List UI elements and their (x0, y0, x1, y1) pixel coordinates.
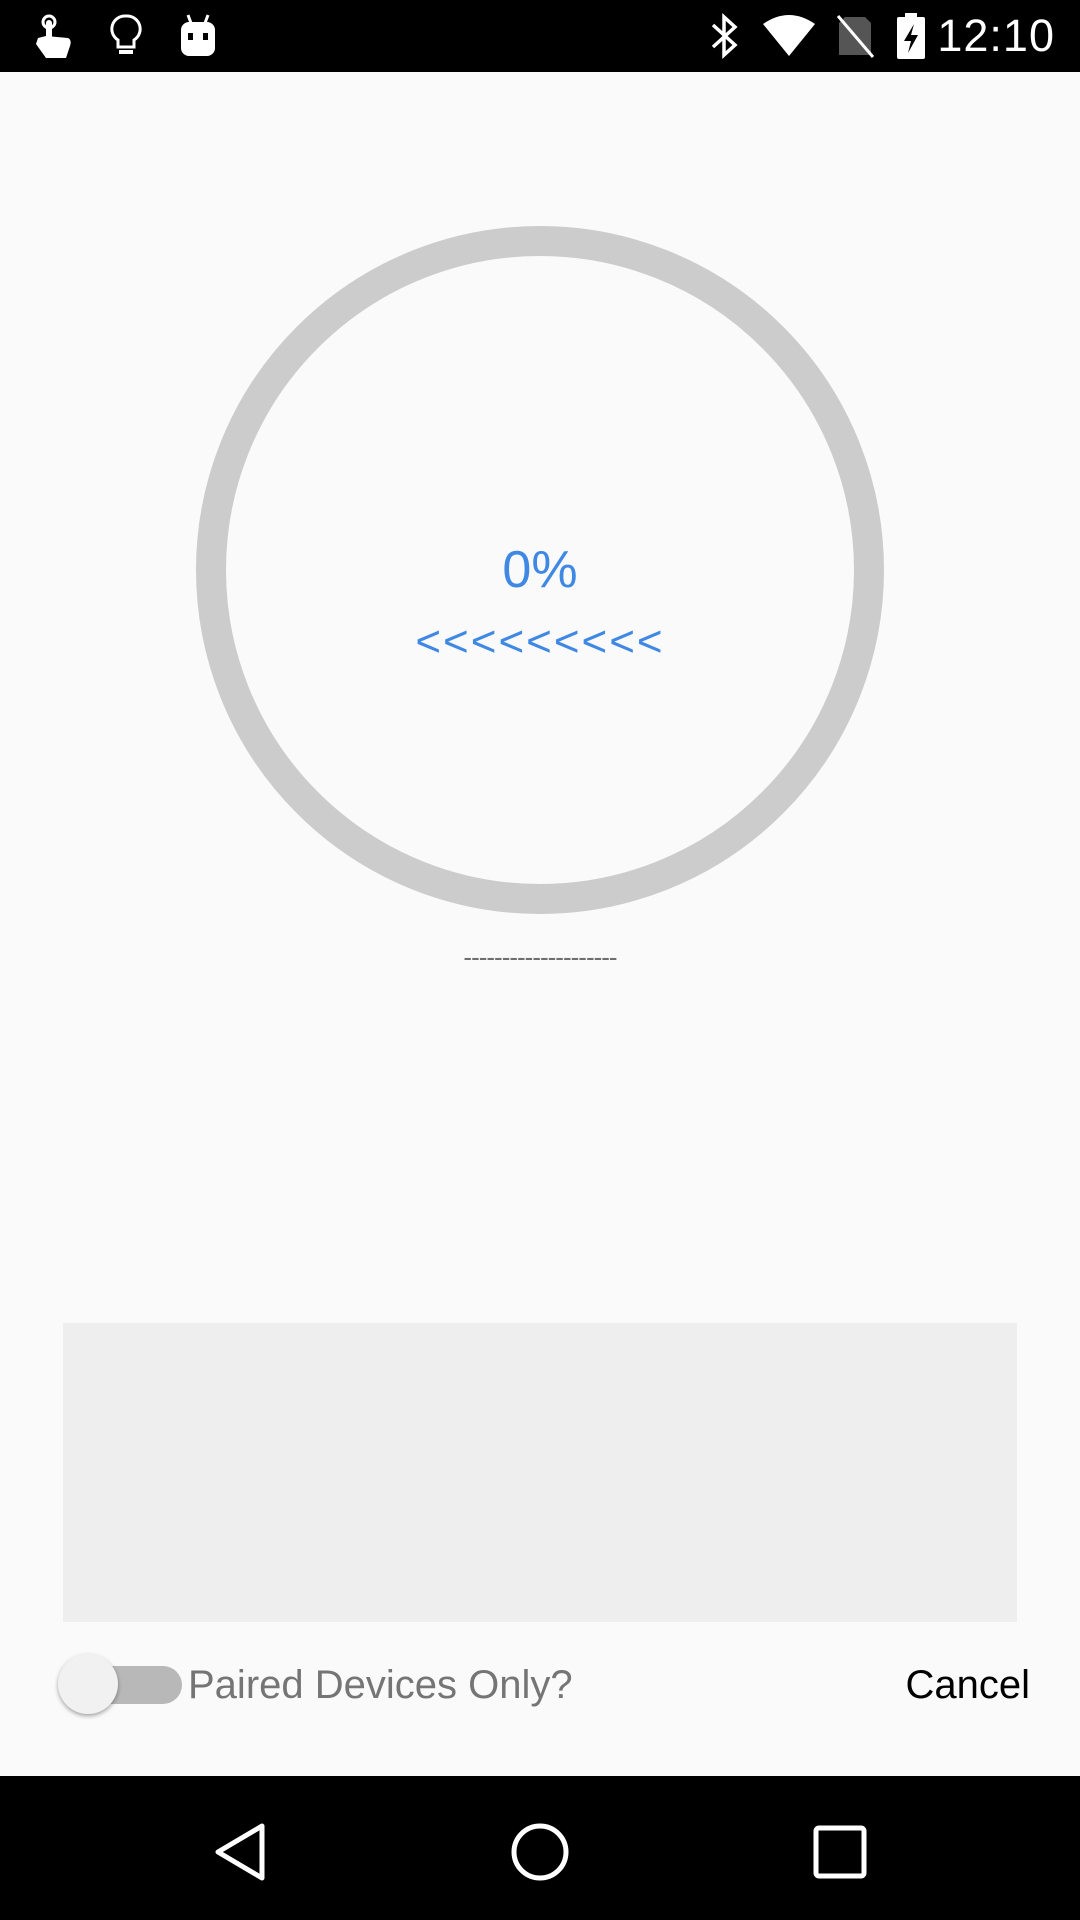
device-list-panel (63, 1323, 1017, 1622)
cancel-button[interactable]: Cancel (905, 1650, 1030, 1720)
status-text: -------------------- (463, 942, 617, 972)
scan-screen: 12:10 0% <<<<<<<<< -------------------- … (0, 0, 1080, 1920)
android-icon (178, 10, 218, 62)
no-sim-icon (834, 10, 876, 62)
direction-indicator: <<<<<<<<< (415, 617, 665, 666)
wifi-icon (760, 10, 818, 62)
bluetooth-icon (706, 10, 742, 62)
paired-devices-label: Paired Devices Only? (188, 1663, 573, 1707)
touch-gesture-icon (30, 10, 76, 62)
battery-charging-icon (894, 10, 928, 62)
back-icon[interactable] (200, 1812, 280, 1892)
toggle-thumb (58, 1654, 118, 1714)
progress-percent: 0% (502, 541, 578, 599)
navigation-bar (0, 1776, 1080, 1920)
lightbulb-icon (108, 10, 144, 62)
home-icon[interactable] (500, 1812, 580, 1892)
recents-icon[interactable] (800, 1812, 880, 1892)
paired-devices-toggle[interactable] (56, 1650, 182, 1720)
status-bar: 12:10 (0, 0, 1080, 72)
status-time: 12:10 (937, 10, 1055, 61)
